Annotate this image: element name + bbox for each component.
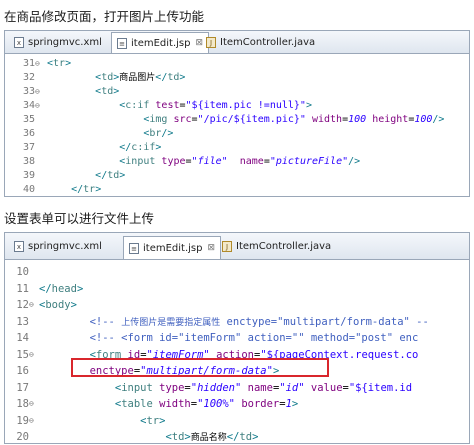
fold-toggle-icon[interactable]: ⊖ bbox=[29, 413, 37, 430]
line-number: 40 bbox=[22, 184, 35, 195]
fold-toggle-icon[interactable]: ⊖ bbox=[35, 99, 43, 113]
java-file-icon: J bbox=[222, 241, 232, 252]
line-number: 35 bbox=[22, 114, 35, 125]
java-file-icon: J bbox=[206, 37, 216, 48]
line-number: 12 bbox=[16, 299, 29, 311]
line-number: 20 bbox=[16, 431, 29, 443]
code-text: </c:if> bbox=[119, 142, 162, 153]
line-number: 31 bbox=[22, 58, 35, 69]
code-line[interactable]: 34 ⊖ <c:if test="${item.pic !=null}"> bbox=[5, 99, 469, 113]
tab-label: itemEdit.jsp bbox=[131, 37, 191, 49]
tab-itemcontroller-java[interactable]: J ItemController.java bbox=[201, 33, 320, 52]
code-line[interactable]: 31 ⊖ <tr> bbox=[5, 57, 469, 71]
code-text: <img src="/pic/${item.pic}" width=100 he… bbox=[143, 114, 445, 125]
editor-tab-bar: x springmvc.xml ≡ itemEdit.jsp ⊠ J ItemC… bbox=[5, 31, 469, 54]
code-line[interactable]: 36 <br/> bbox=[5, 127, 469, 141]
tab-label: itemEdit.jsp bbox=[143, 242, 203, 254]
code-text: <input type="hidden" name="id" value="${… bbox=[114, 381, 413, 394]
code-text: <c:if test="${item.pic !=null}"> bbox=[119, 100, 312, 111]
jsp-file-icon: ≡ bbox=[129, 242, 139, 254]
code-text: <!-- 上传图片是需要指定属性 enctype="multipart/form… bbox=[89, 315, 429, 328]
editor-tab-bar: x springmvc.xml ≡ itemEdit.jsp ⊠ J ItemC… bbox=[5, 233, 469, 260]
line-number: 39 bbox=[22, 170, 35, 181]
tab-label: springmvc.xml bbox=[28, 241, 102, 252]
fold-toggle-icon[interactable]: ⊖ bbox=[29, 347, 37, 364]
line-number: 16 bbox=[16, 365, 29, 377]
code-line[interactable]: 39 </td> bbox=[5, 169, 469, 183]
code-line[interactable]: 13 <!-- 上传图片是需要指定属性 enctype="multipart/f… bbox=[5, 314, 469, 331]
tab-label: ItemController.java bbox=[220, 37, 316, 48]
code-line[interactable]: 33 ⊖ <td> bbox=[5, 85, 469, 99]
line-number: 11 bbox=[16, 282, 29, 295]
code-line[interactable]: 19 ⊖ <tr> bbox=[5, 413, 469, 430]
tab-springmvc-xml[interactable]: x springmvc.xml bbox=[9, 33, 107, 52]
tab-label: springmvc.xml bbox=[28, 37, 102, 48]
code-text: <table width="100%" border=1> bbox=[114, 398, 299, 410]
code-text: <td>商品名称</td> bbox=[165, 431, 259, 443]
fold-toggle-icon[interactable]: ⊖ bbox=[29, 396, 37, 413]
line-number: 14 bbox=[16, 332, 29, 344]
xml-file-icon: x bbox=[14, 37, 24, 48]
code-line[interactable]: 12 ⊖ <body> bbox=[5, 297, 469, 314]
line-number: 37 bbox=[22, 142, 35, 153]
jsp-file-icon: ≡ bbox=[117, 37, 127, 49]
tab-itemedit-jsp[interactable]: ≡ itemEdit.jsp ⊠ bbox=[111, 32, 210, 53]
code-line[interactable]: 18 ⊖ <table width="100%" border=1> bbox=[5, 396, 469, 413]
line-number: 34 bbox=[22, 100, 35, 111]
line-number: 18 bbox=[16, 398, 29, 410]
line-number: 17 bbox=[16, 381, 29, 394]
line-number: 10 bbox=[16, 266, 29, 278]
code-line[interactable]: 17 <input type="hidden" name="id" value=… bbox=[5, 380, 469, 397]
line-number: 36 bbox=[22, 128, 35, 139]
tab-springmvc-xml[interactable]: x springmvc.xml bbox=[9, 237, 107, 256]
code-text: <td>商品图片</td> bbox=[95, 72, 186, 83]
xml-file-icon: x bbox=[14, 241, 24, 252]
line-number: 33 bbox=[22, 86, 35, 97]
code-text: <tr> bbox=[140, 414, 166, 427]
code-line[interactable]: 10 bbox=[5, 264, 469, 281]
code-text: <!-- <form id="itemForm" action="" metho… bbox=[89, 332, 419, 344]
editor-panel-2: x springmvc.xml ≡ itemEdit.jsp ⊠ J ItemC… bbox=[4, 232, 470, 444]
code-line[interactable]: 35 <img src="/pic/${item.pic}" width=100… bbox=[5, 113, 469, 127]
code-line[interactable]: 40 </tr> bbox=[5, 183, 469, 196]
line-number: 38 bbox=[22, 156, 35, 167]
tab-itemcontroller-java[interactable]: J ItemController.java bbox=[217, 237, 336, 256]
code-line[interactable]: 32 <td>商品图片</td> bbox=[5, 71, 469, 85]
tab-itemedit-jsp[interactable]: ≡ itemEdit.jsp ⊠ bbox=[123, 236, 222, 259]
code-text: <tr> bbox=[47, 58, 72, 69]
code-text: <td> bbox=[95, 86, 120, 97]
fold-toggle-icon[interactable]: ⊖ bbox=[35, 85, 43, 99]
fold-toggle-icon[interactable]: ⊖ bbox=[29, 297, 37, 314]
line-number: 13 bbox=[16, 315, 29, 328]
code-text: <body> bbox=[39, 299, 77, 311]
code-text: </td> bbox=[95, 170, 126, 181]
code-text: </head> bbox=[39, 282, 84, 295]
code-line[interactable]: 14 <!-- <form id="itemForm" action="" me… bbox=[5, 330, 469, 347]
tab-label: ItemController.java bbox=[236, 241, 332, 252]
code-line[interactable]: 11 </head> bbox=[5, 281, 469, 298]
code-line[interactable]: 37 </c:if> bbox=[5, 141, 469, 155]
caption-top: 在商品修改页面，打开图片上传功能 bbox=[4, 9, 205, 24]
code-line[interactable]: 38 <input type="file" name="pictureFile"… bbox=[5, 155, 469, 169]
editor-panel-1: x springmvc.xml ≡ itemEdit.jsp ⊠ J ItemC… bbox=[4, 30, 470, 197]
close-icon[interactable]: ⊠ bbox=[207, 243, 215, 253]
line-number: 19 bbox=[16, 414, 29, 427]
highlight-box bbox=[71, 358, 329, 377]
caption-bottom: 设置表单可以进行文件上传 bbox=[4, 211, 155, 226]
line-number: 32 bbox=[22, 72, 35, 83]
code-text: <br/> bbox=[143, 128, 174, 139]
fold-toggle-icon[interactable]: ⊖ bbox=[35, 57, 43, 71]
code-text: <input type="file" name="pictureFile"/> bbox=[119, 156, 361, 167]
code-line[interactable]: 20 <td>商品名称</td> bbox=[5, 429, 469, 443]
line-number: 15 bbox=[16, 348, 29, 361]
code-text: </tr> bbox=[71, 184, 102, 195]
